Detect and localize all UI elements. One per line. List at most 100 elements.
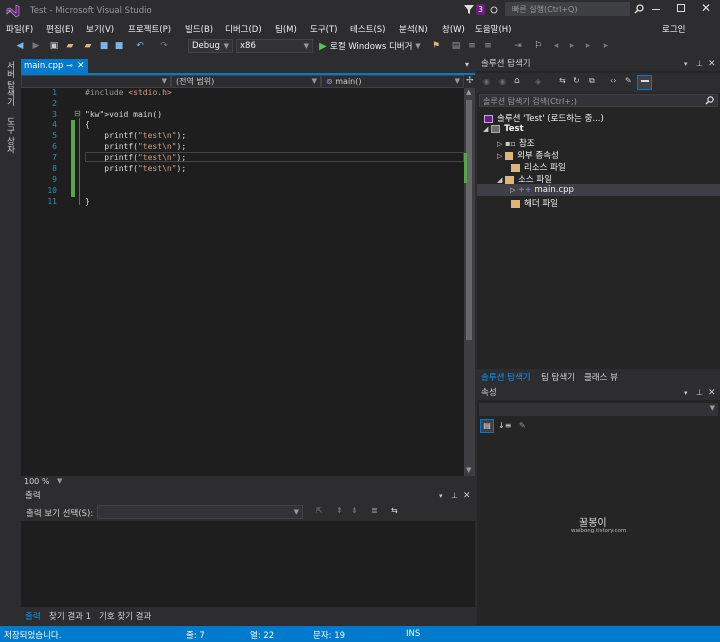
menu-view[interactable]: 보기(V) <box>86 23 114 35</box>
collapse-all-icon[interactable]: ⧉ <box>589 76 595 86</box>
member-nav-select[interactable]: ⊚ main() ▼ <box>321 75 464 88</box>
tree-main-cpp[interactable]: ▷ ++ main.cpp <box>510 185 574 195</box>
panel-menu-icon[interactable]: ▾ <box>684 386 688 400</box>
zoom-dropdown-icon[interactable]: ▼ <box>57 477 62 485</box>
menu-team[interactable]: 팀(M) <box>275 23 297 35</box>
tab-team-explorer[interactable]: 팀 탐색기 <box>541 371 575 383</box>
save-icon[interactable]: ■ <box>98 39 110 53</box>
zoom-level[interactable]: 100 % <box>24 477 49 486</box>
tab-find-symbol-results[interactable]: 기호 찾기 결과 <box>99 610 151 622</box>
close-button[interactable]: ✕ <box>701 1 711 15</box>
menu-help[interactable]: 도움말(H) <box>475 23 511 35</box>
bookmark-window-icon[interactable]: ▸ <box>600 39 612 53</box>
pin-icon[interactable]: ⊥ <box>451 489 458 503</box>
menu-window[interactable]: 창(W) <box>442 23 465 35</box>
solution-config-select[interactable]: Debug ▼ <box>188 39 233 53</box>
server-explorer-tab[interactable]: 서버 탐색기 <box>4 61 16 106</box>
preview-selected-button[interactable] <box>637 75 652 90</box>
collapsed-arrow-icon[interactable]: ▷ <box>510 186 515 194</box>
attach-icon[interactable]: ⚑ <box>430 39 442 53</box>
split-editor-icon[interactable]: ✢ <box>466 76 474 86</box>
view-code-icon[interactable]: ‹› <box>610 76 616 85</box>
navigate-forward-icon[interactable]: ▶ <box>30 39 42 53</box>
start-debug-icon[interactable]: ▶ <box>318 39 328 53</box>
menu-file[interactable]: 파일(F) <box>6 23 33 35</box>
start-debug-button[interactable]: 로컬 Windows 디버거 <box>330 39 418 53</box>
forward-icon[interactable]: ◉ <box>499 77 506 86</box>
scroll-thumb[interactable] <box>466 100 472 340</box>
panel-menu-icon[interactable]: ▾ <box>684 57 688 71</box>
tab-class-view[interactable]: 클래스 뷰 <box>584 371 618 383</box>
save-all-icon[interactable]: ■ <box>113 39 125 53</box>
tree-references[interactable]: ▷ ▪▫ 참조 <box>497 137 535 149</box>
output-content[interactable] <box>21 521 475 607</box>
clear-bookmarks-icon[interactable]: ▸ <box>582 39 594 53</box>
platform-select[interactable]: x86 ▼ <box>236 39 313 53</box>
menu-test[interactable]: 테스트(S) <box>350 23 386 35</box>
next-message-icon[interactable]: ⇟ <box>351 506 358 515</box>
tree-solution[interactable]: 솔루션 'Test' (로드하는 중...) <box>484 112 604 124</box>
search-icon[interactable] <box>634 4 644 14</box>
menu-analyze[interactable]: 분석(N) <box>399 23 428 35</box>
menu-edit[interactable]: 편집(E) <box>46 23 74 35</box>
next-bookmark-icon[interactable]: ▸ <box>566 39 578 53</box>
output-source-select[interactable]: ▼ <box>97 505 303 519</box>
login-link[interactable]: 로그인 <box>662 23 685 35</box>
indent-icon[interactable]: ⇥ <box>512 39 524 53</box>
toolbox-tab[interactable]: 도구 상자 <box>4 117 16 154</box>
pin-icon[interactable]: ⊸ <box>66 59 73 73</box>
scroll-up-icon[interactable]: ▲ <box>466 88 471 96</box>
back-icon[interactable]: ◉ <box>483 77 490 86</box>
find-message-icon[interactable]: ⇱ <box>316 506 323 515</box>
vertical-scrollbar[interactable]: ▲ ▼ <box>464 88 475 477</box>
categorized-icon[interactable]: ▤ <box>480 419 494 433</box>
prev-bookmark-icon[interactable]: ◂ <box>550 39 562 53</box>
home-icon[interactable]: ⌂ <box>514 76 520 86</box>
menu-build[interactable]: 빌드(B) <box>185 23 213 35</box>
sync-icon[interactable]: ⇆ <box>559 76 566 85</box>
properties-icon[interactable]: ✎ <box>625 76 632 85</box>
uncomment-icon[interactable]: ≡ <box>482 39 494 53</box>
panel-menu-icon[interactable]: ▾ <box>439 489 443 503</box>
expanded-arrow-icon[interactable]: ◢ <box>483 125 488 133</box>
tab-main-cpp[interactable]: main.cpp ⊸ ✕ <box>21 59 88 73</box>
notification-badge[interactable]: 3 <box>476 4 485 15</box>
open-file-icon[interactable]: ▰ <box>64 39 76 53</box>
undo-icon[interactable]: ↶ <box>134 39 146 53</box>
pin-icon[interactable]: ⊥ <box>696 57 703 71</box>
feedback-icon[interactable] <box>490 6 498 14</box>
new-project-icon[interactable]: ▣ <box>48 39 60 53</box>
close-icon[interactable]: ✕ <box>463 489 471 503</box>
collapse-icon[interactable]: ⊟ <box>74 109 81 118</box>
navigate-back-icon[interactable]: ◀ <box>14 39 26 53</box>
quick-launch-input[interactable]: 빠른 실행(Ctrl+Q) <box>505 2 630 16</box>
tree-project[interactable]: ◢ Test <box>483 124 524 134</box>
clear-all-icon[interactable]: ≣ <box>371 506 378 515</box>
project-nav-select[interactable]: ▼ <box>21 75 171 88</box>
prev-message-icon[interactable]: ⇞ <box>336 506 343 515</box>
refresh-icon[interactable]: ↻ <box>573 76 580 85</box>
search-icon[interactable] <box>705 96 714 105</box>
tree-resource-files[interactable]: 리소스 파일 <box>511 161 566 173</box>
minimize-button[interactable] <box>652 9 660 10</box>
collapsed-arrow-icon[interactable]: ▷ <box>497 140 502 148</box>
filter-icon[interactable] <box>464 5 474 14</box>
open-folder-icon[interactable]: ▰ <box>82 39 94 53</box>
pin-icon[interactable]: ⊥ <box>696 386 703 400</box>
properties-object-select[interactable]: ▼ <box>479 403 718 416</box>
menu-project[interactable]: 프로젝트(P) <box>128 23 171 35</box>
word-wrap-icon[interactable]: ⇆ <box>391 506 398 515</box>
code-view[interactable]: ⊟ 1 2 3 4 5 6 7 8 9 10 11 #include <stdi… <box>21 88 464 477</box>
tree-header-files[interactable]: 헤더 파일 <box>511 197 558 209</box>
debugger-dropdown-icon[interactable]: ▼ <box>414 39 422 53</box>
close-icon[interactable]: ✕ <box>708 57 716 71</box>
tab-solution-explorer[interactable]: 솔루션 탐색기 <box>481 371 531 383</box>
alphabetical-icon[interactable]: ↓≡ <box>498 421 511 430</box>
close-tab-icon[interactable]: ✕ <box>77 59 85 73</box>
pending-changes-icon[interactable]: ◈ <box>535 77 541 86</box>
menu-debug[interactable]: 디버그(D) <box>225 23 262 35</box>
tab-output[interactable]: 출력 <box>25 610 41 622</box>
menu-tools[interactable]: 도구(T) <box>310 23 337 35</box>
scroll-down-icon[interactable]: ▼ <box>466 466 471 474</box>
scope-nav-select[interactable]: (전역 범위) ▼ <box>171 75 321 88</box>
